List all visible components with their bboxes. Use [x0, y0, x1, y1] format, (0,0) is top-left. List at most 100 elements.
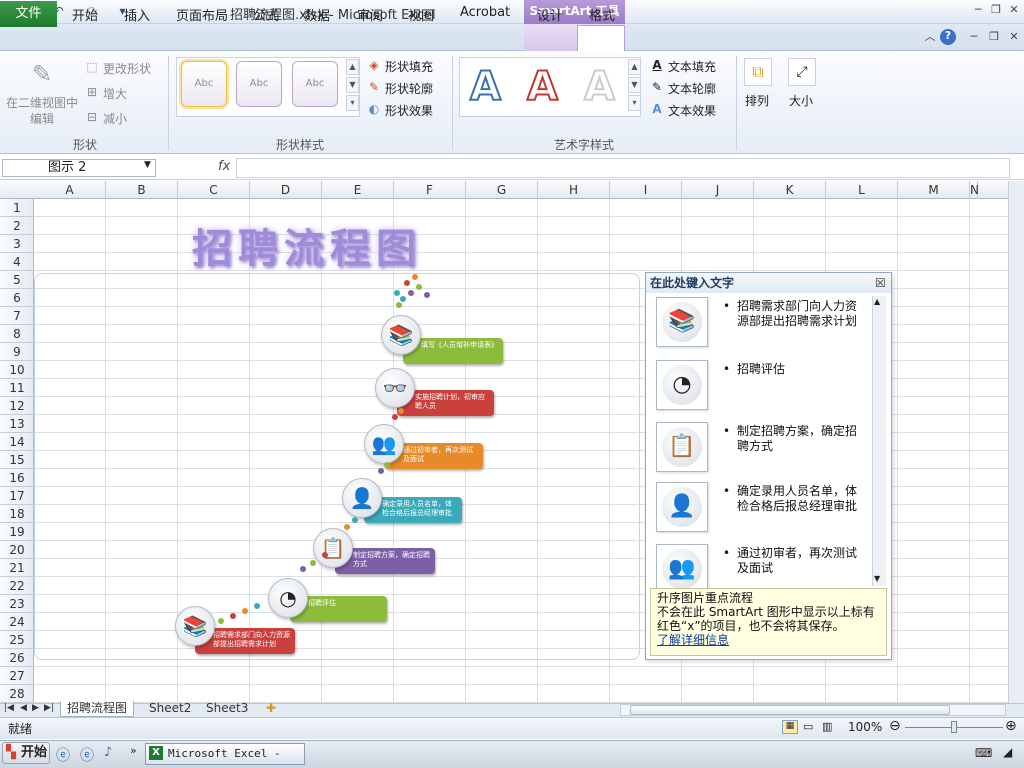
wordart-more-icon[interactable]: ▾ [628, 95, 641, 111]
text-pane-item[interactable]: • 确定录用人员名单，体检合格后报总经理审批 [723, 484, 865, 514]
text-pane-picture-placeholder[interactable]: ◔ [656, 360, 708, 410]
tab-view[interactable]: 视图 [408, 5, 434, 24]
column-header[interactable]: F [394, 181, 466, 199]
column-header[interactable]: G [466, 181, 538, 199]
row-header[interactable]: 23 [0, 595, 34, 613]
workbook-restore-icon[interactable]: ❐ [986, 30, 1002, 44]
row-header[interactable]: 4 [0, 253, 34, 271]
row-header[interactable]: 14 [0, 433, 34, 451]
text-pane-scroll-up-icon[interactable]: ▲ [874, 297, 880, 306]
text-pane-scrollbar[interactable] [872, 296, 886, 586]
next-sheet-icon[interactable]: ▶ [32, 703, 39, 713]
wordart-style-1[interactable]: A [469, 63, 502, 111]
formula-input[interactable] [236, 158, 1010, 178]
row-header[interactable]: 20 [0, 541, 34, 559]
gallery-up-icon[interactable]: ▲ [346, 59, 359, 75]
last-sheet-icon[interactable]: ▶| [44, 703, 54, 713]
learn-more-link[interactable]: 了解详细信息 [657, 633, 729, 647]
text-effects-button[interactable]: 文本效果 [668, 102, 716, 119]
row-header[interactable]: 18 [0, 505, 34, 523]
tab-acrobat[interactable]: Acrobat [460, 5, 510, 20]
process-step-picture[interactable]: 👥 [364, 424, 404, 464]
text-outline-button[interactable]: 文本轮廓 [668, 80, 716, 97]
gallery-more-icon[interactable]: ▾ [346, 95, 359, 111]
name-box[interactable]: 图示 2 [2, 159, 156, 177]
column-header[interactable]: L [826, 181, 898, 199]
size-button[interactable]: 大小 [789, 92, 813, 109]
shape-style-thumb-3[interactable]: Abc [292, 61, 338, 107]
quicklaunch-more-icon[interactable]: » [130, 744, 137, 757]
horizontal-scroll-thumb[interactable] [630, 705, 950, 715]
process-step-picture[interactable]: 📋 [313, 528, 353, 568]
column-header[interactable]: I [610, 181, 682, 199]
insert-sheet-icon[interactable]: ✚ [260, 701, 282, 717]
text-pane-item[interactable]: • 通过初审者，再次测试及面试 [723, 546, 865, 576]
process-step-picture[interactable]: ◔ [268, 578, 308, 618]
process-step-picture[interactable]: 👓 [375, 368, 415, 408]
row-header[interactable]: 6 [0, 289, 34, 307]
row-header[interactable]: 28 [0, 685, 34, 703]
wordart-down-icon[interactable]: ▼ [628, 77, 641, 93]
shape-style-thumb-2[interactable]: Abc [236, 61, 282, 107]
row-header[interactable]: 26 [0, 649, 34, 667]
shape-fill-button[interactable]: 形状填充 [385, 58, 433, 75]
tab-formulas[interactable]: 公式 [253, 5, 279, 24]
process-step-picture[interactable]: 📚 [381, 315, 421, 355]
prev-sheet-icon[interactable]: ◀ [20, 703, 27, 713]
row-header[interactable]: 15 [0, 451, 34, 469]
row-header[interactable]: 13 [0, 415, 34, 433]
text-pane-item-text[interactable]: 确定录用人员名单，体检合格后报总经理审批 [737, 484, 857, 513]
text-pane-close-icon[interactable]: ☒ [875, 276, 886, 290]
shape-effects-button[interactable]: 形状效果 [385, 102, 433, 119]
tab-home[interactable]: 开始 [72, 5, 98, 24]
text-pane-picture-placeholder[interactable]: 👤 [656, 482, 708, 532]
quicklaunch-ie-icon[interactable]: ⓔ [56, 745, 70, 765]
row-header[interactable]: 12 [0, 397, 34, 415]
shape-outline-button[interactable]: 形状轮廓 [385, 80, 433, 97]
row-header[interactable]: 9 [0, 343, 34, 361]
sheet-tab-active[interactable]: 招聘流程图 [60, 701, 135, 717]
row-header[interactable]: 1 [0, 199, 34, 217]
text-pane-item-text[interactable]: 通过初审者，再次测试及面试 [737, 546, 857, 575]
column-header[interactable]: N [970, 181, 979, 199]
process-step-picture[interactable]: 👤 [342, 478, 382, 518]
smaller-button[interactable]: 减小 [103, 110, 127, 127]
column-header[interactable]: E [322, 181, 394, 199]
close-icon[interactable]: ✕ [1006, 3, 1022, 17]
normal-view-icon[interactable]: ▦ [782, 720, 798, 734]
row-header[interactable]: 16 [0, 469, 34, 487]
arrange-button[interactable]: 排列 [745, 92, 769, 109]
text-pane-picture-placeholder[interactable]: 📚 [656, 297, 708, 347]
row-header[interactable]: 3 [0, 235, 34, 253]
wordart-style-3[interactable]: A [583, 63, 616, 111]
name-box-dropdown-icon[interactable]: ▼ [144, 160, 151, 170]
row-header[interactable]: 24 [0, 613, 34, 631]
tab-format[interactable]: 格式 [589, 5, 615, 24]
row-header[interactable]: 7 [0, 307, 34, 325]
sheet-tab-2[interactable]: Sheet2 [143, 701, 197, 717]
shape-style-thumb-1[interactable]: Abc [181, 61, 227, 107]
edit-in-2d-button[interactable]: 在二维视图中 [6, 94, 78, 111]
text-pane-picture-placeholder[interactable]: 👥 [656, 544, 708, 594]
help-icon[interactable]: ? [940, 29, 956, 45]
quicklaunch-browser-icon[interactable]: ⓔ [80, 745, 94, 765]
column-header[interactable]: D [250, 181, 322, 199]
row-header[interactable]: 25 [0, 631, 34, 649]
tray-keyboard-icon[interactable]: ⌨ [975, 746, 992, 760]
zoom-slider-thumb[interactable] [951, 721, 957, 733]
tab-review[interactable]: 审阅 [357, 5, 383, 24]
first-sheet-icon[interactable]: |◀ [4, 703, 14, 713]
minimize-icon[interactable]: ─ [970, 3, 986, 17]
text-pane-item-text[interactable]: 制定招聘方案，确定招聘方式 [737, 424, 857, 453]
row-header[interactable]: 10 [0, 361, 34, 379]
tab-data[interactable]: 数据 [304, 5, 330, 24]
sheet-title-wordart[interactable]: 招聘流程图 [192, 216, 422, 274]
minimize-ribbon-icon[interactable]: ︿ [922, 30, 938, 44]
text-pane-item[interactable]: • 制定招聘方案，确定招聘方式 [723, 424, 865, 454]
row-header[interactable]: 2 [0, 217, 34, 235]
text-pane-item[interactable]: • 招聘需求部门向人力资源部提出招聘需求计划 [723, 299, 865, 329]
vertical-scrollbar[interactable] [1008, 181, 1024, 703]
page-break-view-icon[interactable]: ▥ [822, 720, 832, 733]
insert-function-icon[interactable]: fx [218, 159, 230, 174]
text-pane-item[interactable]: • 招聘评估 [723, 362, 865, 377]
